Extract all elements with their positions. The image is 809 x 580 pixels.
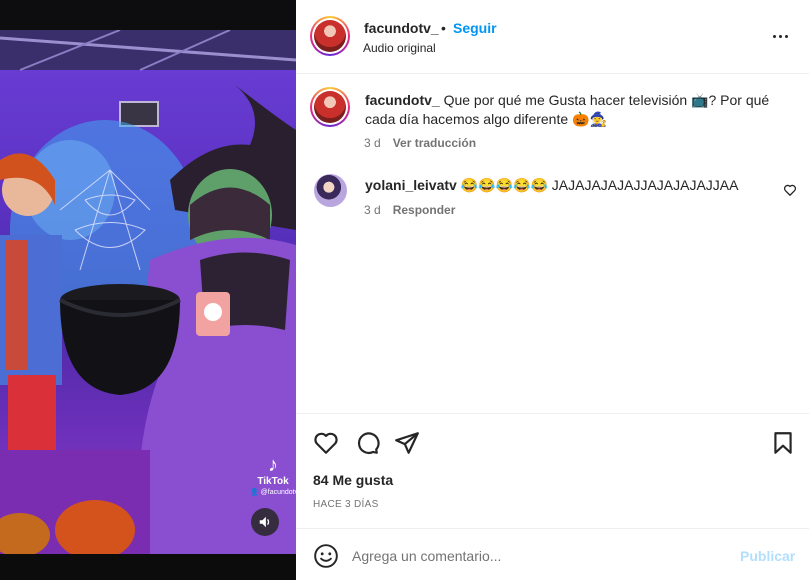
post-media[interactable]: ♪ TikTok 👤 @facundotv bbox=[0, 0, 296, 580]
media-top-strip bbox=[0, 0, 296, 30]
like-heart-icon[interactable] bbox=[313, 430, 339, 456]
more-options-icon[interactable] bbox=[768, 26, 792, 46]
caption-username[interactable]: facundotv_ bbox=[365, 92, 440, 108]
caption-time[interactable]: 3 d bbox=[364, 136, 381, 150]
reply-button[interactable]: Responder bbox=[393, 203, 456, 217]
comment-icon[interactable] bbox=[354, 430, 380, 456]
tiktok-name: TikTok bbox=[257, 476, 289, 487]
comment-input[interactable] bbox=[352, 543, 712, 569]
comment-composer: Publicar bbox=[296, 528, 809, 580]
video-frame[interactable]: ♪ TikTok 👤 @facundotv bbox=[0, 30, 296, 554]
author-username[interactable]: facundotv_ bbox=[364, 20, 439, 36]
tiktok-logo-icon: ♪ bbox=[268, 454, 278, 476]
comment-meta: 3 d Responder bbox=[364, 203, 455, 217]
likes-count[interactable]: 84 Me gusta bbox=[313, 472, 393, 488]
comment-text: 😂😂😂😂😂 JAJAJAJAJAJJAJAJAJAJJAA bbox=[460, 177, 739, 193]
tiktok-handle: 👤 @facundotv bbox=[250, 489, 296, 496]
tiktok-watermark: ♪ TikTok 👤 @facundotv bbox=[250, 455, 296, 496]
audio-label[interactable]: Audio original bbox=[363, 41, 436, 55]
media-bottom-strip bbox=[0, 554, 296, 580]
translate-button[interactable]: Ver traducción bbox=[393, 136, 476, 150]
author-avatar[interactable] bbox=[310, 16, 350, 56]
caption-meta: 3 d Ver traducción bbox=[364, 136, 476, 150]
comment-avatar[interactable] bbox=[314, 174, 347, 207]
post-date: HACE 3 DÍAS bbox=[313, 499, 379, 510]
post-panel: facundotv_ • Seguir Audio original facun… bbox=[296, 0, 809, 580]
comment-time[interactable]: 3 d bbox=[364, 203, 381, 217]
separator-dot: • bbox=[441, 20, 446, 36]
caption-avatar[interactable] bbox=[310, 87, 350, 127]
save-bookmark-icon[interactable] bbox=[770, 430, 796, 456]
caption: facundotv_ Que por qué me Gusta hacer te… bbox=[365, 91, 785, 129]
publish-button[interactable]: Publicar bbox=[740, 548, 795, 564]
share-icon[interactable] bbox=[394, 430, 420, 456]
emoji-icon[interactable] bbox=[313, 543, 339, 569]
comment-like-icon[interactable] bbox=[783, 183, 797, 197]
post-header: facundotv_ • Seguir Audio original bbox=[296, 0, 809, 74]
volume-button[interactable] bbox=[251, 508, 279, 536]
volume-icon bbox=[259, 516, 270, 528]
comment-body: yolani_leivatv 😂😂😂😂😂 JAJAJAJAJAJJAJAJAJA… bbox=[365, 177, 738, 194]
follow-button[interactable]: Seguir bbox=[453, 20, 497, 36]
post-actions: 84 Me gusta HACE 3 DÍAS bbox=[296, 413, 809, 528]
comment-username[interactable]: yolani_leivatv bbox=[365, 177, 457, 193]
